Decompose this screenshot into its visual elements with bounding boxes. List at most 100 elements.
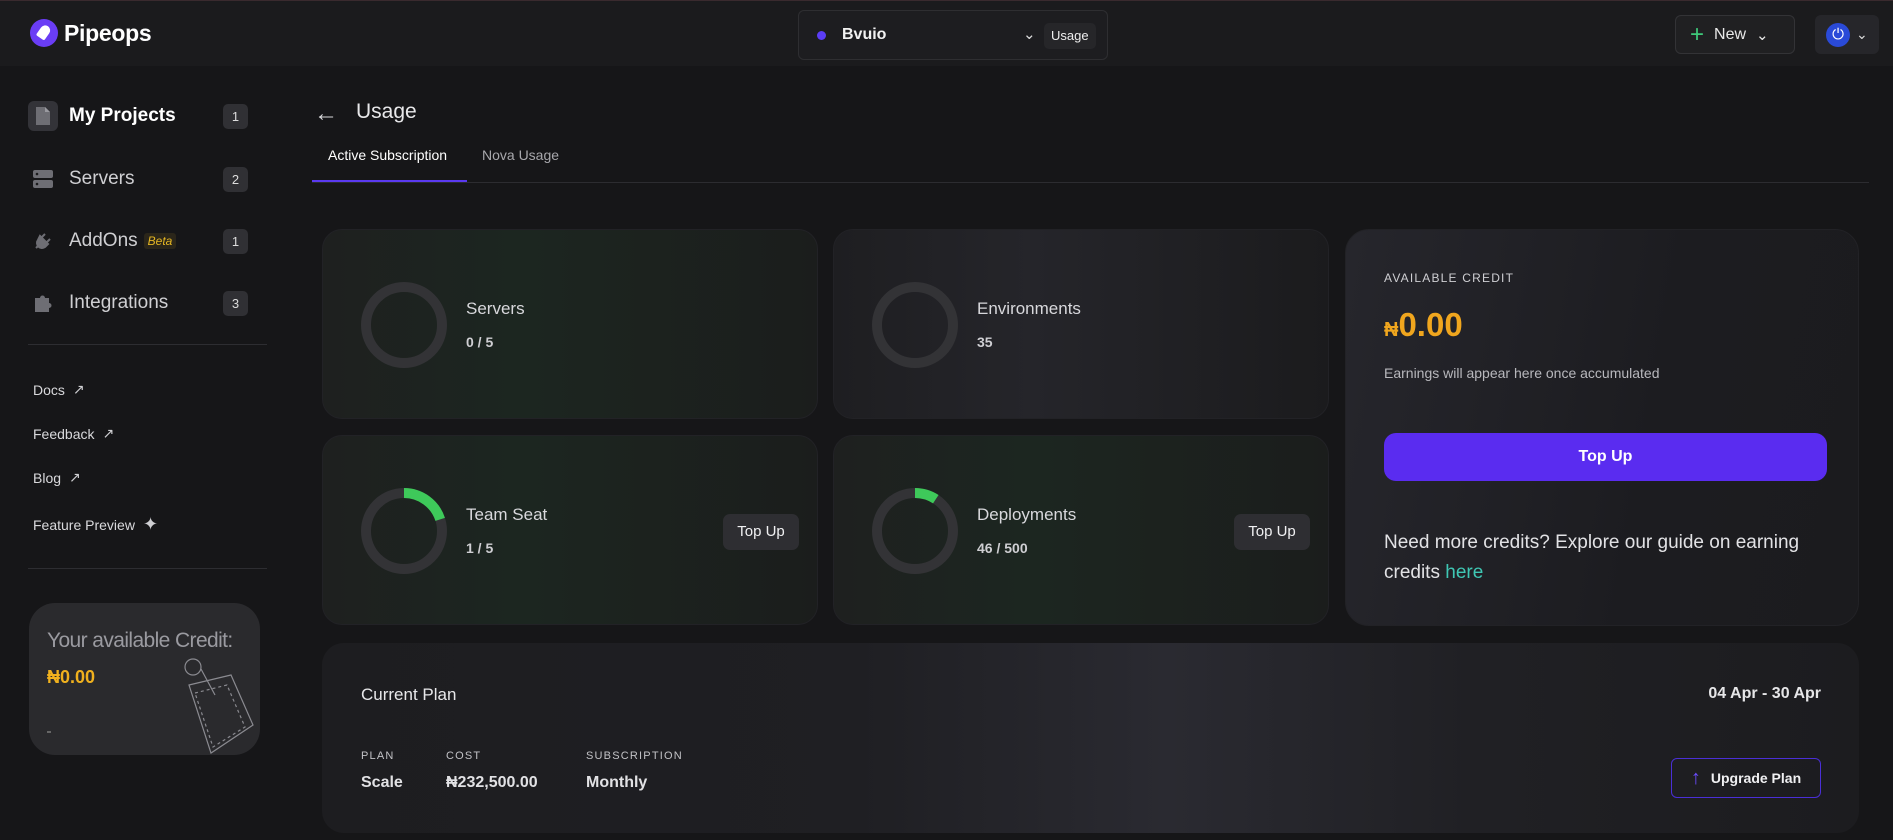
credit-amount-value: 0.00: [1398, 306, 1463, 343]
top-up-button[interactable]: Top Up: [1384, 433, 1827, 481]
credit-card-value: ₦0.00: [47, 667, 96, 687]
external-link-icon: ↗: [72, 381, 85, 397]
power-icon: ⏻: [1826, 22, 1850, 47]
plus-icon: +: [1690, 20, 1705, 48]
subscription-column-value: Monthly: [586, 774, 648, 791]
deployments-top-up-button[interactable]: Top Up: [1234, 514, 1310, 550]
active-tab-indicator: [312, 180, 467, 182]
project-dot-icon: [817, 30, 826, 40]
new-button-label: New: [1714, 25, 1747, 43]
sidebar-item-label: AddOns: [69, 230, 138, 251]
currency-symbol: ₦: [1384, 319, 1399, 341]
sidebar-item-label: Servers: [69, 168, 135, 189]
guide-here-link[interactable]: here: [1445, 562, 1483, 583]
available-credit-amount: ₦0.00: [1384, 306, 1463, 344]
plan-column: PLAN Scale: [361, 750, 403, 792]
earning-guide-text: Need more credits? Explore our guide on …: [1384, 528, 1824, 588]
sparkle-star-icon: ✦: [142, 514, 159, 534]
page-title: Usage: [356, 100, 417, 123]
available-credit-panel: AVAILABLE CREDIT ₦0.00 Earnings will app…: [1345, 229, 1859, 626]
cost-column-key: COST: [446, 750, 482, 762]
usage-chip[interactable]: Usage: [1044, 23, 1096, 49]
team-seat-top-up-button[interactable]: Top Up: [723, 514, 799, 550]
external-link-icon: ↗: [69, 469, 81, 485]
usage-ring: [872, 282, 958, 368]
feedback-link-label: Feedback: [33, 425, 95, 442]
sidebar-item-servers[interactable]: Servers 2: [28, 162, 248, 196]
usage-card-servers: Servers 0 / 5: [322, 229, 818, 419]
sidebar-item-label: Integrations: [69, 292, 169, 313]
credit-note: Earnings will appear here once accumulat…: [1384, 365, 1660, 381]
plan-column-value: Scale: [361, 774, 403, 791]
subscription-column-key: SUBSCRIPTION: [586, 750, 683, 762]
subscription-column: SUBSCRIPTION Monthly: [586, 750, 683, 792]
plug-icon: [28, 226, 58, 256]
usage-card-value: 35: [977, 334, 993, 350]
tab-active-subscription[interactable]: Active Subscription: [328, 147, 447, 163]
chevron-down-icon: ⌄: [1856, 26, 1868, 42]
sidebar-divider: [28, 344, 267, 345]
current-plan-title: Current Plan: [361, 685, 457, 704]
plan-column-key: PLAN: [361, 750, 395, 762]
usage-card-label: Deployments: [977, 505, 1077, 524]
cost-column: COST ₦232,500.00: [446, 750, 538, 792]
logo[interactable]: Pipeops: [30, 19, 152, 47]
rocket-icon: [30, 19, 58, 47]
decoration-dot: [47, 731, 51, 733]
wallet-illustration-icon: [184, 658, 254, 754]
docs-link[interactable]: Docs ↗: [33, 381, 85, 398]
count-badge: 1: [223, 103, 248, 129]
feedback-link[interactable]: Feedback ↗: [33, 425, 114, 442]
count-badge: 3: [223, 290, 248, 316]
current-plan-card: Current Plan 04 Apr - 30 Apr PLAN Scale …: [322, 643, 1859, 833]
usage-card-environments: Environments 35: [833, 229, 1329, 419]
sidebar-divider: [28, 568, 267, 569]
sidebar-item-my-projects[interactable]: My Projects 1: [28, 99, 248, 133]
docs-link-label: Docs: [33, 381, 65, 398]
external-link-icon: ↗: [102, 425, 115, 441]
project-switcher[interactable]: Bvuio ⌄ Usage: [798, 10, 1108, 60]
usage-card-deployments: Deployments 46 / 500 Top Up: [833, 435, 1329, 625]
sidebar-item-integrations[interactable]: Integrations 3: [28, 286, 248, 320]
credit-card-title: Your available Credit:: [47, 629, 233, 652]
upgrade-plan-label: Upgrade Plan: [1710, 770, 1802, 786]
usage-card-value: 1 / 5: [466, 540, 494, 556]
puzzle-icon: [28, 288, 58, 318]
tab-nova-usage[interactable]: Nova Usage: [482, 147, 559, 163]
usage-ring: [361, 488, 447, 574]
usage-card-label: Team Seat: [466, 505, 548, 524]
top-bar: Pipeops Bvuio ⌄ Usage + New ⌄ ⏻ ⌄: [0, 0, 1893, 66]
usage-ring: [872, 488, 958, 574]
back-arrow-icon[interactable]: ←: [314, 100, 338, 128]
usage-ring: [361, 282, 447, 368]
feature-preview-label: Feature Preview: [33, 516, 135, 533]
usage-card-team-seat: Team Seat 1 / 5 Top Up: [322, 435, 818, 625]
sidebar-item-addons[interactable]: AddOns Beta 1: [28, 224, 248, 258]
usage-card-label: Environments: [977, 299, 1081, 318]
sidebar-credit-card: Your available Credit: ₦0.00: [29, 603, 260, 755]
cost-column-value: ₦232,500.00: [446, 774, 538, 791]
project-name: Bvuio: [842, 26, 887, 43]
chevron-down-icon[interactable]: ⌄: [1023, 25, 1036, 43]
arrow-up-icon: ↑: [1690, 766, 1701, 789]
user-menu-button[interactable]: ⏻ ⌄: [1815, 15, 1879, 54]
tab-bar: Active Subscription Nova Usage: [312, 139, 1869, 183]
app-name: Pipeops: [64, 19, 152, 46]
count-badge: 1: [223, 228, 248, 254]
usage-card-value: 0 / 5: [466, 334, 494, 350]
sidebar-item-label: My Projects: [69, 105, 176, 126]
new-button[interactable]: + New ⌄: [1675, 15, 1795, 54]
count-badge: 2: [223, 166, 248, 192]
available-credit-label: AVAILABLE CREDIT: [1384, 271, 1515, 285]
beta-badge: Beta: [143, 233, 177, 249]
file-icon: [28, 101, 58, 131]
usage-card-label: Servers: [466, 299, 525, 318]
upgrade-plan-button[interactable]: ↑ Upgrade Plan: [1671, 758, 1821, 798]
usage-card-value: 46 / 500: [977, 540, 1028, 556]
blog-link-label: Blog: [33, 469, 62, 486]
plan-date-range: 04 Apr - 30 Apr: [1708, 685, 1821, 702]
chevron-down-icon: ⌄: [1756, 26, 1769, 44]
feature-preview-link[interactable]: Feature Preview ✦: [33, 514, 158, 535]
blog-link[interactable]: Blog ↗: [33, 469, 81, 486]
server-icon: [28, 164, 58, 194]
